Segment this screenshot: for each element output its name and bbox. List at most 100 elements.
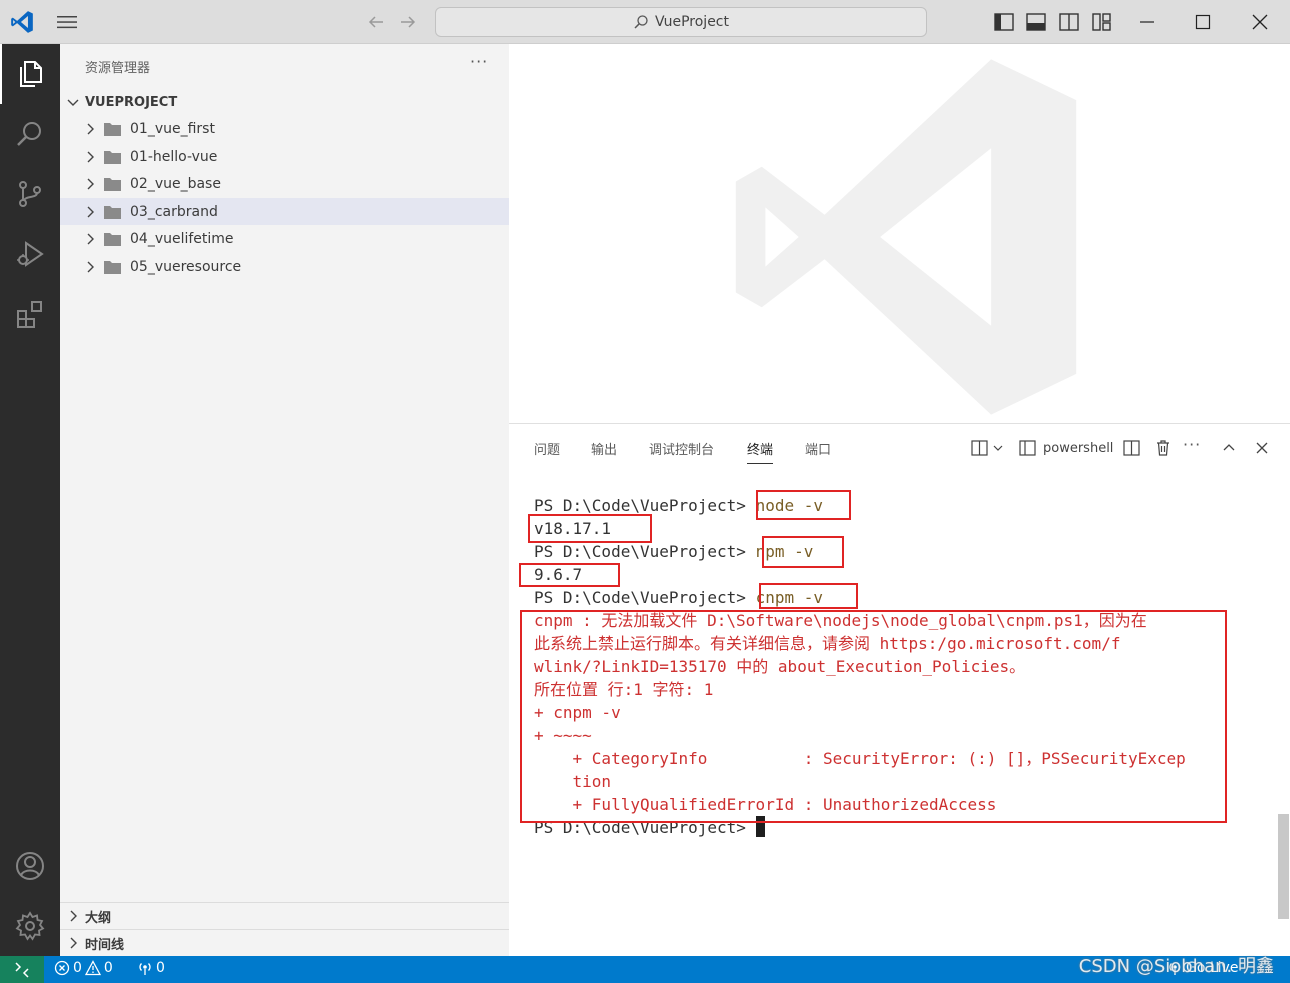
terminal-shell-selector[interactable]: powershell [1019,439,1113,457]
sidebar-title: 资源管理器 [85,61,151,76]
highlight-box-cnpm-error [520,610,1227,823]
chevron-up-icon[interactable] [1220,439,1238,457]
terminal-line: 9.6.7 [534,565,583,584]
chevron-right-icon [87,206,94,217]
highlight-box-cnpm-cmd [759,583,858,609]
chevron-right-icon [87,261,94,272]
remote-indicator[interactable] [0,956,44,983]
toggle-sidebar-icon[interactable] [993,11,1015,33]
folder-icon [104,232,121,246]
source-control-button[interactable] [0,164,60,224]
tree-item-03-carbrand[interactable]: 03_carbrand [60,198,509,225]
minimize-icon[interactable] [1137,12,1157,32]
tree-item-01-hello-vue[interactable]: 01-hello-vue [60,143,509,170]
watermark-credit: CSDN @Siobhan. 明鑫 [1078,956,1274,977]
outline-section[interactable]: 大纲 [60,902,509,929]
tab-problems[interactable]: 问题 [534,439,560,458]
folder-icon [104,177,121,191]
tree-item-label: 01_vue_first [130,120,215,137]
workspace-root-label: VUEPROJECT [85,94,178,110]
tree-item-label: 05_vueresource [130,258,242,275]
chevron-right-icon [87,123,94,134]
explorer-sidebar: 资源管理器 ··· VUEPROJECT 01_vue_first 01-hel… [60,44,509,956]
timeline-label: 时间线 [85,937,125,953]
chevron-right-icon [87,178,94,189]
editor-area [509,44,1290,424]
run-debug-icon [17,241,44,267]
chevron-right-icon [70,910,77,922]
toggle-panel-icon[interactable] [1025,11,1047,33]
highlight-box-node-version [528,514,652,543]
trash-icon[interactable] [1154,439,1172,457]
tree-item-label: 01-hello-vue [130,148,218,165]
prompt: PS D:\Code\VueProject> [534,496,756,515]
workspace-root[interactable]: VUEPROJECT [60,91,509,113]
error-count: 0 [73,960,82,976]
title-bar: VueProject [0,0,1290,44]
search-view-button[interactable] [0,104,60,164]
chevron-right-icon [70,937,77,949]
manage-button[interactable] [0,896,60,956]
extensions-button[interactable] [0,284,60,344]
terminal-scrollbar[interactable] [1278,814,1289,919]
split-terminal-icon[interactable] [1123,439,1141,457]
chevron-down-icon[interactable] [991,439,1005,457]
highlight-box-npm-cmd [762,536,844,568]
back-arrow-icon[interactable] [366,12,386,32]
search-icon [634,15,648,29]
split-terminal-dropdown-icon[interactable] [971,439,989,457]
highlight-box-npm-version [519,563,620,587]
toggle-secondary-sidebar-icon[interactable] [1058,11,1080,33]
tree-item-label: 04_vuelifetime [130,230,234,247]
error-icon [54,960,70,976]
panel-more-actions-icon[interactable]: ··· [1183,435,1201,454]
chevron-down-icon [67,99,79,106]
menu-icon[interactable] [56,12,78,32]
terminal-line: PS D:\Code\VueProject> cnpm -v [534,586,1186,609]
forward-arrow-icon[interactable] [398,12,418,32]
chevron-right-icon [87,233,94,244]
tree-item-02-vue-base[interactable]: 02_vue_base [60,170,509,197]
highlight-box-node-cmd [756,490,851,520]
prompt: PS D:\Code\VueProject> [534,588,756,607]
terminal-line: PS D:\Code\VueProject> npm -v [534,540,1186,563]
maximize-icon[interactable] [1193,12,1213,32]
customize-layout-icon[interactable] [1091,11,1113,33]
folder-icon [104,150,121,164]
run-debug-button[interactable] [0,224,60,284]
search-title: VueProject [654,14,729,30]
tab-ports[interactable]: 端口 [805,439,831,458]
extensions-icon [17,301,42,328]
gear-icon [15,911,45,941]
warning-icon [84,960,101,976]
status-bar: 0 0 0 Go Live CSDN @Siobhan. 明鑫 [0,956,1290,983]
remote-icon [15,961,29,978]
warning-count: 0 [103,960,113,976]
tree-item-04-vuelifetime[interactable]: 04_vuelifetime [60,225,509,252]
tab-debug-console[interactable]: 调试控制台 [649,439,714,458]
close-panel-icon[interactable] [1253,439,1271,457]
source-control-icon [19,181,41,207]
tree-item-05-vueresource[interactable]: 05_vueresource [60,253,509,280]
tree-item-01-vue-first[interactable]: 01_vue_first [60,115,509,142]
vscode-logo-icon[interactable] [9,9,35,35]
close-icon[interactable] [1250,12,1270,32]
problems-status[interactable]: 0 0 [54,960,113,976]
explorer-button[interactable] [0,44,60,104]
command-center-search[interactable]: VueProject [435,7,927,37]
folder-icon [104,205,121,219]
broadcast-icon [139,963,151,975]
tab-terminal[interactable]: 终端 [747,439,774,464]
accounts-button[interactable] [0,836,60,896]
vscode-watermark-icon [735,59,1077,415]
ports-count: 0 [156,960,165,976]
ports-status[interactable]: 0 [137,960,165,976]
timeline-section[interactable]: 时间线 [60,929,509,956]
files-icon [20,61,42,87]
tree-item-label: 03_carbrand [130,203,218,220]
search-icon [17,122,41,146]
tab-output[interactable]: 输出 [591,439,617,458]
bottom-panel: 问题 输出 调试控制台 终端 端口 powershell ··· PS D:\C… [509,425,1290,956]
more-actions-button[interactable]: ··· [470,52,488,71]
shell-name: powershell [1043,440,1114,456]
